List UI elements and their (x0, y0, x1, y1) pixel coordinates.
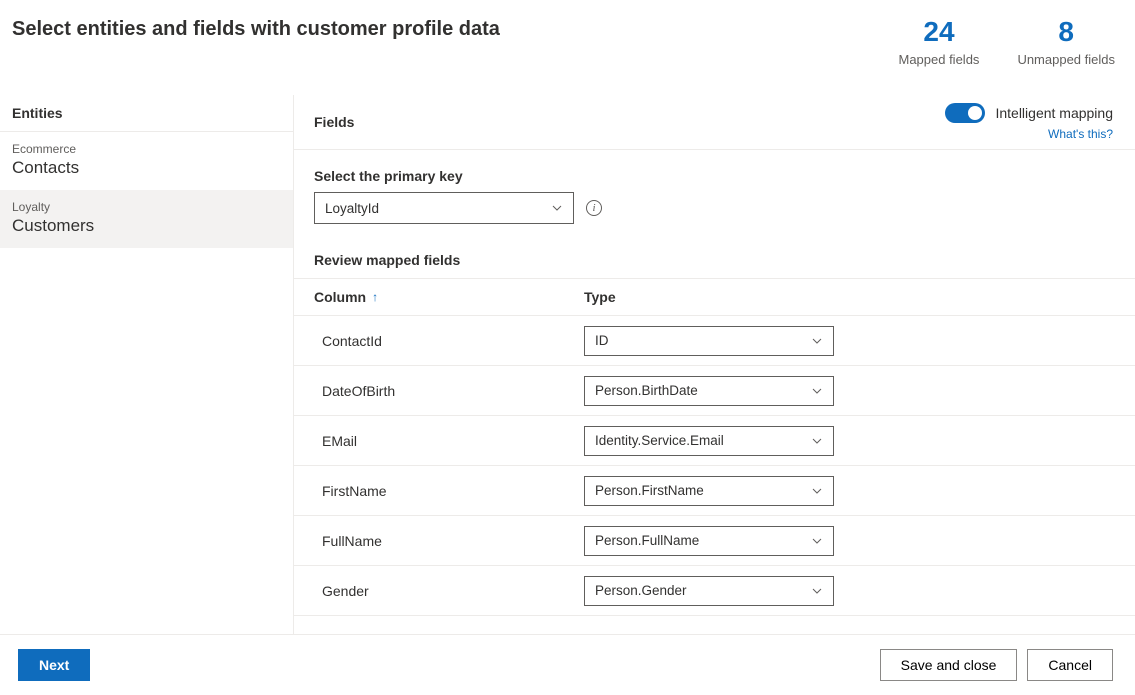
type-value: ID (595, 333, 609, 348)
header-column[interactable]: Column ↑ (314, 289, 584, 305)
type-select[interactable]: Person.Gender (584, 576, 834, 606)
toggle-knob (968, 106, 982, 120)
type-value: Identity.Service.Email (595, 433, 724, 448)
type-select[interactable]: Person.BirthDate (584, 376, 834, 406)
mapped-fields-table: Column ↑ Type ContactId ID DateOfBirth Pers… (294, 278, 1135, 616)
table-row: ContactId ID (294, 316, 1135, 366)
stats-container: 24 Mapped fields 8 Unmapped fields (898, 18, 1115, 67)
main-panel: Fields Intelligent mapping What's this? … (294, 95, 1135, 634)
cell-column: DateOfBirth (314, 383, 584, 399)
header-column-label: Column (314, 289, 366, 305)
whats-this-link[interactable]: What's this? (1048, 127, 1113, 141)
stat-unmapped-value: 8 (1017, 18, 1115, 46)
primary-key-select[interactable]: LoyaltyId (314, 192, 574, 224)
entities-sidebar: Entities Ecommerce Contacts Loyalty Custome… (0, 95, 294, 634)
cell-type: Person.FirstName (584, 476, 1115, 506)
primary-key-label: Select the primary key (314, 168, 1115, 184)
header-type[interactable]: Type (584, 289, 1115, 305)
table-row: Gender Person.Gender (294, 566, 1135, 616)
save-and-close-button[interactable]: Save and close (880, 649, 1018, 681)
type-select[interactable]: Identity.Service.Email (584, 426, 834, 456)
table-header: Column ↑ Type (294, 279, 1135, 316)
type-select[interactable]: ID (584, 326, 834, 356)
table-row: DateOfBirth Person.BirthDate (294, 366, 1135, 416)
table-row: EMail Identity.Service.Email (294, 416, 1135, 466)
chevron-down-icon (551, 202, 563, 214)
chevron-down-icon (811, 385, 823, 397)
review-mapped-label: Review mapped fields (294, 224, 1135, 278)
entity-source: Ecommerce (12, 142, 281, 156)
chevron-down-icon (811, 485, 823, 497)
cell-column: FirstName (314, 483, 584, 499)
entity-item-contacts[interactable]: Ecommerce Contacts (0, 132, 293, 190)
entities-header: Entities (0, 95, 293, 132)
chevron-down-icon (811, 335, 823, 347)
intelligent-mapping-toggle[interactable] (945, 103, 985, 123)
cell-type: ID (584, 326, 1115, 356)
table-row: FullName Person.FullName (294, 516, 1135, 566)
type-value: Person.FirstName (595, 483, 704, 498)
type-value: Person.BirthDate (595, 383, 698, 398)
type-select[interactable]: Person.FullName (584, 526, 834, 556)
chevron-down-icon (811, 535, 823, 547)
cell-column: EMail (314, 433, 584, 449)
cell-type: Person.Gender (584, 576, 1115, 606)
cell-column: Gender (314, 583, 584, 599)
entity-name: Customers (12, 216, 281, 236)
intelligent-mapping-label: Intelligent mapping (995, 105, 1113, 121)
type-select[interactable]: Person.FirstName (584, 476, 834, 506)
stat-mapped: 24 Mapped fields (898, 18, 979, 67)
sort-asc-icon: ↑ (372, 290, 378, 304)
cell-type: Person.BirthDate (584, 376, 1115, 406)
intelligent-mapping-wrap: Intelligent mapping What's this? (945, 103, 1113, 141)
table-row: FirstName Person.FirstName (294, 466, 1135, 516)
footer: Next Save and close Cancel (0, 634, 1135, 695)
stat-unmapped: 8 Unmapped fields (1017, 18, 1115, 67)
info-icon[interactable]: i (586, 200, 602, 216)
primary-key-value: LoyaltyId (325, 201, 379, 216)
entity-source: Loyalty (12, 200, 281, 214)
chevron-down-icon (811, 585, 823, 597)
cell-type: Person.FullName (584, 526, 1115, 556)
next-button[interactable]: Next (18, 649, 90, 681)
cell-type: Identity.Service.Email (584, 426, 1115, 456)
entity-item-customers[interactable]: Loyalty Customers (0, 190, 293, 248)
fields-label: Fields (314, 114, 354, 130)
cancel-button[interactable]: Cancel (1027, 649, 1113, 681)
stat-mapped-value: 24 (898, 18, 979, 46)
entity-name: Contacts (12, 158, 281, 178)
type-value: Person.Gender (595, 583, 687, 598)
page-title: Select entities and fields with customer… (12, 18, 500, 41)
stat-unmapped-label: Unmapped fields (1017, 52, 1115, 67)
stat-mapped-label: Mapped fields (898, 52, 979, 67)
cell-column: ContactId (314, 333, 584, 349)
cell-column: FullName (314, 533, 584, 549)
type-value: Person.FullName (595, 533, 699, 548)
chevron-down-icon (811, 435, 823, 447)
